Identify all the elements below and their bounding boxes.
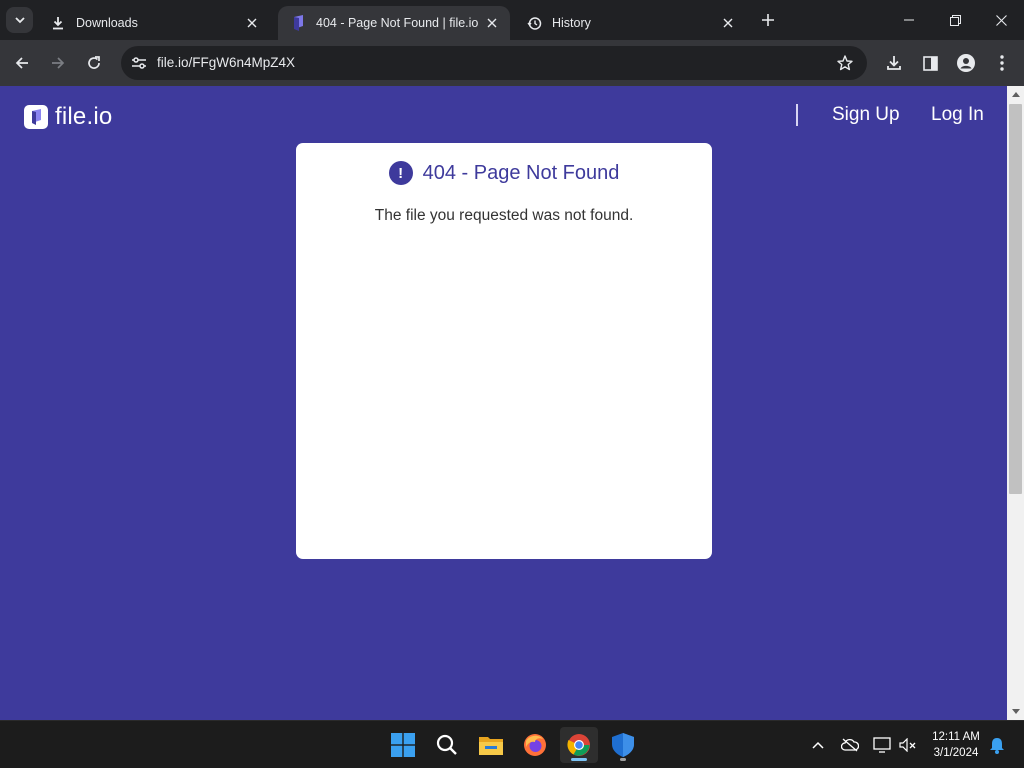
tab-search-button[interactable]	[6, 7, 33, 33]
exclamation-circle-icon: !	[388, 161, 413, 185]
notifications-button[interactable]	[985, 733, 1009, 757]
kebab-menu-icon	[1000, 55, 1004, 71]
volume-tray-icon[interactable]	[896, 733, 920, 757]
reload-button[interactable]	[80, 49, 108, 77]
chrome-icon	[567, 734, 590, 756]
minimize-button[interactable]	[886, 0, 932, 40]
arrow-right-icon	[52, 57, 65, 69]
close-tab-icon[interactable]	[482, 13, 502, 33]
history-icon	[526, 15, 542, 31]
back-button[interactable]	[8, 49, 36, 77]
browser-toolbar: file.io/FFgW6n4MpZ4X	[0, 40, 1024, 86]
show-hidden-icons-button[interactable]	[806, 733, 830, 757]
chevron-down-icon	[14, 17, 25, 24]
monitor-icon	[873, 737, 891, 753]
search-icon	[436, 734, 457, 755]
downloads-button[interactable]	[880, 49, 908, 77]
bookmark-button[interactable]	[832, 50, 858, 76]
vertical-scrollbar[interactable]	[1007, 86, 1024, 720]
error-heading: ! 404 - Page Not Found	[296, 161, 712, 185]
cloud-offline-icon	[841, 738, 859, 752]
nav-divider	[796, 104, 798, 126]
close-tab-icon[interactable]	[242, 13, 262, 33]
download-icon	[50, 15, 66, 31]
start-button[interactable]	[384, 727, 422, 763]
reload-icon	[88, 56, 100, 69]
browser-menu-button[interactable]	[988, 49, 1016, 77]
site-logo[interactable]: file.io	[24, 103, 112, 131]
site-info-button[interactable]	[125, 49, 153, 77]
forward-button[interactable]	[44, 49, 72, 77]
close-tab-icon[interactable]	[718, 13, 738, 33]
error-title: 404 - Page Not Found	[422, 161, 620, 184]
error-card: ! 404 - Page Not Found The file you requ…	[296, 143, 712, 559]
close-icon	[995, 14, 1007, 26]
chrome-button[interactable]	[560, 727, 598, 763]
arrow-left-icon	[15, 57, 28, 69]
download-icon	[887, 56, 901, 70]
windows-taskbar: 12:11 AM 3/1/2024	[0, 720, 1024, 768]
side-panel-icon	[922, 55, 938, 71]
tab-title: Downloads	[76, 16, 138, 30]
fileio-logo-icon	[24, 104, 48, 130]
speaker-muted-icon	[899, 738, 916, 752]
scrollbar-thumb[interactable]	[1009, 104, 1022, 494]
close-window-button[interactable]	[978, 0, 1024, 40]
tab-title: History	[552, 16, 591, 30]
bell-icon	[990, 737, 1004, 754]
windows-security-button[interactable]	[604, 727, 642, 763]
folder-icon	[479, 737, 503, 755]
running-app-indicator	[620, 758, 626, 761]
windows-logo-icon	[391, 733, 415, 757]
profile-button[interactable]	[952, 49, 980, 77]
plus-icon	[762, 14, 774, 26]
restore-icon	[949, 14, 961, 26]
chevron-up-icon	[812, 741, 824, 749]
tune-icon	[132, 57, 146, 69]
page-viewport: file.io Sign Up Log In ! 404 - Page Not …	[0, 86, 1024, 720]
new-tab-button[interactable]	[756, 8, 780, 32]
display-tray-icon[interactable]	[870, 733, 894, 757]
address-bar[interactable]: file.io/FFgW6n4MpZ4X	[121, 46, 867, 80]
taskbar-search-button[interactable]	[428, 727, 466, 763]
tab-downloads[interactable]: Downloads	[38, 6, 270, 40]
restore-button[interactable]	[932, 0, 978, 40]
star-icon	[837, 55, 853, 71]
file-explorer-button[interactable]	[472, 727, 510, 763]
clock-time: 12:11 AM	[932, 731, 980, 743]
tab-title: 404 - Page Not Found | file.io	[316, 16, 479, 30]
sign-up-link[interactable]: Sign Up	[832, 104, 900, 126]
error-message: The file you requested was not found.	[374, 207, 634, 224]
active-app-indicator	[571, 758, 587, 761]
logo-text: file.io	[55, 103, 113, 130]
shield-icon	[612, 733, 634, 757]
fileio-favicon-icon	[290, 15, 306, 31]
tab-history[interactable]: History	[514, 6, 746, 40]
url-text[interactable]: file.io/FFgW6n4MpZ4X	[157, 46, 295, 80]
side-panel-button[interactable]	[916, 49, 944, 77]
onedrive-tray-icon[interactable]	[838, 733, 862, 757]
minimize-icon	[904, 19, 914, 21]
profile-avatar-icon	[957, 54, 975, 72]
clock-date: 3/1/2024	[933, 747, 979, 759]
scroll-down-arrow-icon[interactable]	[1007, 703, 1024, 720]
log-in-link[interactable]: Log In	[931, 104, 984, 126]
system-clock[interactable]: 12:11 AM 3/1/2024	[922, 729, 990, 761]
firefox-icon	[524, 734, 546, 756]
tab-strip: Downloads 404 - Page Not Found | file.io…	[0, 0, 1024, 40]
tab-404-page[interactable]: 404 - Page Not Found | file.io	[278, 6, 510, 40]
firefox-button[interactable]	[516, 727, 554, 763]
scroll-up-arrow-icon[interactable]	[1007, 86, 1024, 103]
